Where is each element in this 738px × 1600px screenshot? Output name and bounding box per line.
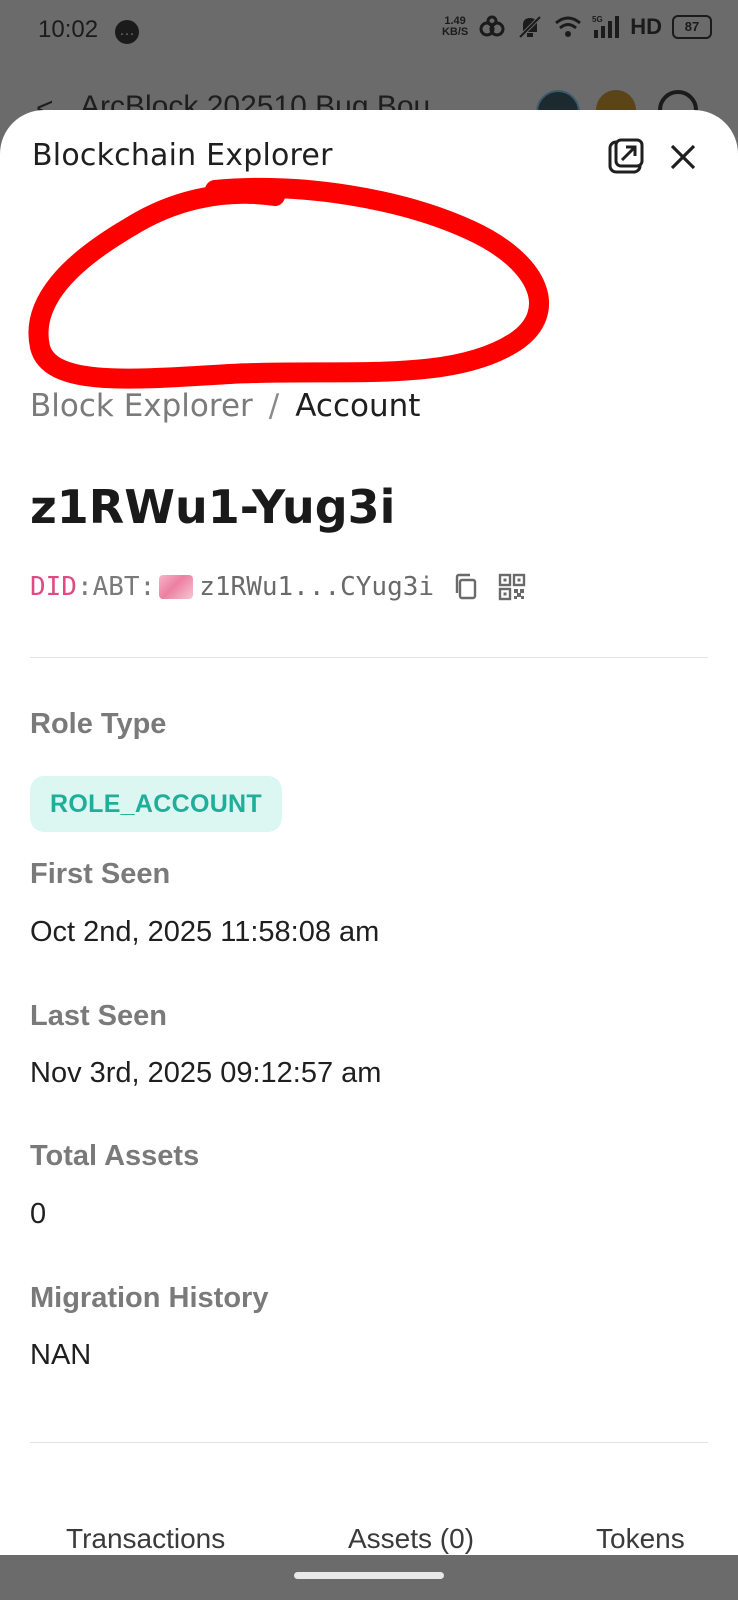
total-assets-label: Total Assets <box>30 1140 200 1172</box>
wifi-icon <box>554 14 582 40</box>
last-seen-value: Nov 3rd, 2025 09:12:57 am <box>30 1057 382 1089</box>
status-time: 10:02 <box>38 16 99 43</box>
account-tabs: Transactions Assets (0) Tokens <box>0 1515 738 1555</box>
explorer-sheet: Blockchain Explorer Block Explorer / Accou… <box>0 110 738 1555</box>
network-speed-unit: KB/S <box>441 26 469 38</box>
did-colon: : <box>76 572 93 602</box>
home-gesture-handle[interactable] <box>294 1572 444 1579</box>
hotspot-icon <box>478 14 506 40</box>
divider <box>30 657 708 658</box>
status-icons: 1.49 KB/S 5G HD 87 <box>442 14 712 40</box>
network-type-label: HD <box>630 14 662 39</box>
total-assets-value: 0 <box>30 1198 47 1230</box>
divider <box>30 1442 708 1443</box>
mute-bell-icon <box>516 14 544 40</box>
role-type-label: Role Type <box>30 708 167 740</box>
network-speed: 1.49 KB/S <box>442 16 468 38</box>
last-seen-label: Last Seen <box>30 1000 167 1032</box>
qr-code-icon[interactable] <box>498 573 526 601</box>
message-notification-icon: … <box>115 20 139 44</box>
battery-icon: 87 <box>672 15 712 39</box>
tab-tokens[interactable]: Tokens <box>596 1523 685 1555</box>
breadcrumb-separator: / <box>268 388 280 424</box>
did-avatar <box>159 575 194 599</box>
did-method: ABT: <box>92 572 156 602</box>
open-external-icon[interactable] <box>608 138 644 174</box>
migration-history-label: Migration History <box>30 1282 269 1314</box>
first-seen-value: Oct 2nd, 2025 11:58:08 am <box>30 916 380 948</box>
did-address-row: DID: ABT: z1RWu1...CYug3i <box>30 572 526 602</box>
migration-history-value: NAN <box>30 1339 92 1371</box>
tab-transactions[interactable]: Transactions <box>66 1523 225 1555</box>
copy-icon[interactable] <box>452 573 480 601</box>
svg-text:5G: 5G <box>592 15 603 24</box>
system-nav-bar <box>0 1555 738 1600</box>
breadcrumb: Block Explorer / Account <box>30 388 420 424</box>
first-seen-label: First Seen <box>30 858 171 890</box>
sheet-title: Blockchain Explorer <box>32 138 333 173</box>
status-bar: 10:02 … 1.49 KB/S 5G HD 87 <box>0 0 738 64</box>
annotation-scribble <box>28 177 549 389</box>
role-type-badge: ROLE_ACCOUNT <box>30 776 282 832</box>
breadcrumb-block-explorer[interactable]: Block Explorer <box>30 388 253 424</box>
did-prefix: DID <box>30 572 77 602</box>
breadcrumb-current: Account <box>295 388 421 424</box>
cell-signal-icon: 5G <box>592 14 620 40</box>
close-icon[interactable] <box>666 140 700 174</box>
tab-assets[interactable]: Assets (0) <box>348 1523 474 1555</box>
page-title: z1RWu1-Yug3i <box>30 480 396 534</box>
did-address[interactable]: z1RWu1...CYug3i <box>199 572 434 602</box>
